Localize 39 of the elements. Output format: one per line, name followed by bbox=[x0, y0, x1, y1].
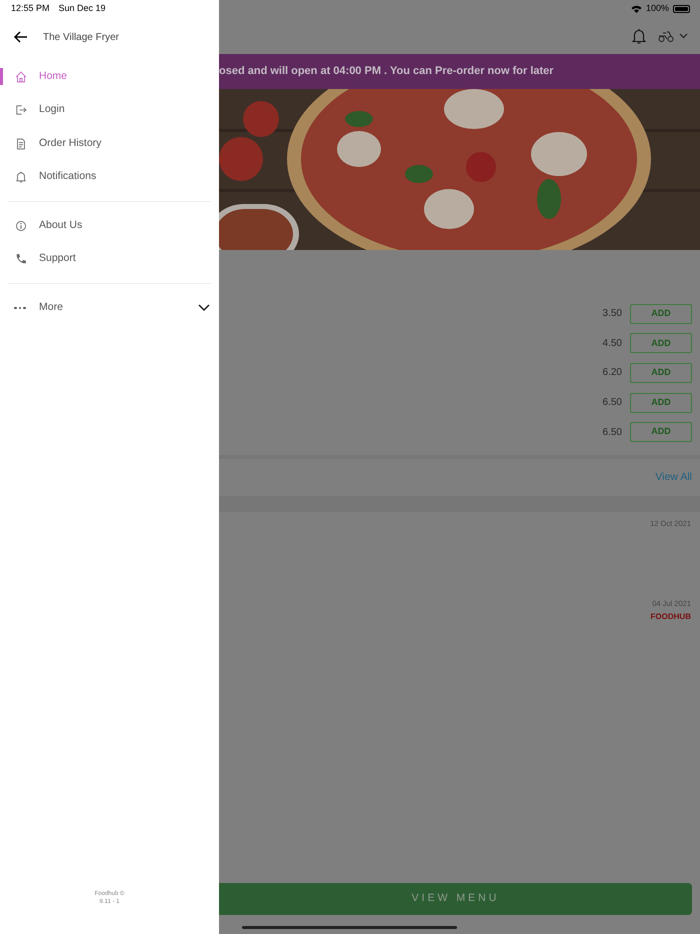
source-logo: FOODHUB bbox=[650, 611, 691, 624]
menu-item[interactable]: Login bbox=[0, 94, 219, 127]
menu-item[interactable]: Notifications bbox=[0, 160, 219, 194]
battery-percent: 100% bbox=[646, 2, 669, 15]
bell-icon[interactable] bbox=[632, 28, 646, 44]
menu-item[interactable]: Order History bbox=[0, 127, 219, 160]
menu-item[interactable]: Home bbox=[0, 60, 219, 94]
status-date: Sun Dec 19 bbox=[58, 2, 106, 16]
closed-banner: osed and will open at 04:00 PM . You can Pre-order now for later bbox=[219, 54, 700, 89]
item-price: 3.50 bbox=[602, 307, 622, 322]
home-icon bbox=[14, 70, 28, 84]
add-button[interactable]: ADD bbox=[630, 392, 692, 413]
more-row[interactable]: More bbox=[0, 288, 219, 328]
item-price: 6.20 bbox=[602, 366, 622, 380]
status-time: 12:55 PM bbox=[11, 2, 50, 16]
chevron-down-icon bbox=[679, 32, 688, 38]
info-icon bbox=[14, 218, 28, 233]
more-icon bbox=[14, 306, 28, 310]
bell-icon bbox=[14, 170, 28, 184]
view-menu-button[interactable]: VIEW MENU bbox=[219, 883, 692, 915]
add-button[interactable]: ADD bbox=[630, 422, 692, 442]
scooter-icon bbox=[658, 30, 674, 42]
wifi-icon bbox=[630, 4, 642, 12]
chevron-down-icon bbox=[198, 304, 210, 312]
phone-icon bbox=[14, 252, 28, 266]
back-button[interactable] bbox=[13, 29, 29, 45]
item-price: 6.50 bbox=[602, 426, 622, 440]
item-price: 6.50 bbox=[602, 396, 622, 410]
restaurant-name: The Village Fryer bbox=[43, 30, 119, 44]
add-button[interactable]: ADD bbox=[630, 362, 692, 383]
delivery-selector[interactable] bbox=[658, 30, 688, 42]
item-price: 4.50 bbox=[602, 336, 622, 351]
add-button[interactable]: ADD bbox=[630, 304, 692, 324]
login-icon bbox=[14, 103, 28, 118]
menu-item[interactable]: About Us bbox=[0, 209, 219, 242]
battery-icon bbox=[673, 4, 690, 12]
document-icon bbox=[14, 136, 28, 151]
menu-item[interactable]: Support bbox=[0, 242, 219, 276]
add-button[interactable]: ADD bbox=[630, 333, 692, 354]
